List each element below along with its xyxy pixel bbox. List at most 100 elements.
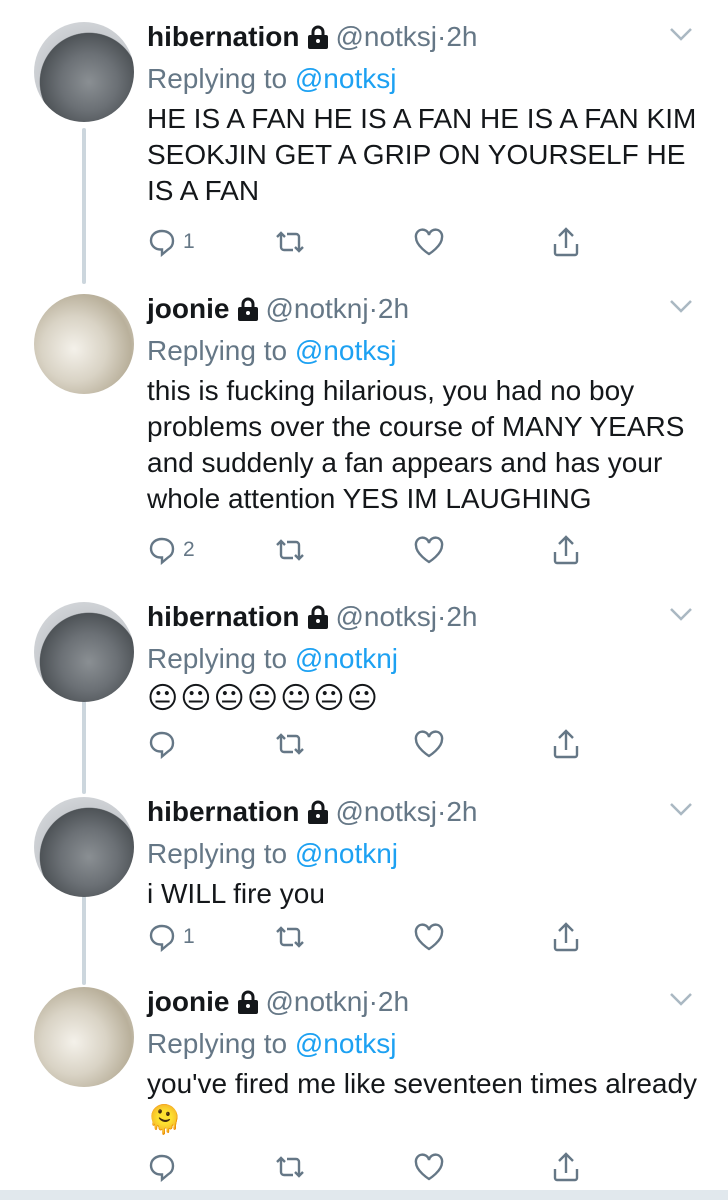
reply-icon [147, 1152, 177, 1182]
reply-icon [147, 535, 177, 565]
retweet-icon [273, 229, 307, 255]
bottom-edge [0, 1190, 728, 1200]
reply-count: 1 [183, 925, 195, 948]
retweet-button[interactable] [273, 917, 307, 957]
retweet-icon [273, 537, 307, 563]
lock-icon [307, 601, 329, 639]
display-name[interactable]: hibernation [147, 796, 299, 827]
display-name[interactable]: hibernation [147, 21, 299, 52]
replying-label: Replying to [147, 643, 288, 674]
display-name[interactable]: joonie [147, 293, 229, 324]
reply-mention-link[interactable]: @notknj [295, 838, 398, 869]
display-name[interactable]: joonie [147, 986, 229, 1017]
lock-icon [307, 796, 329, 834]
replying-to: Replying to @notksj [147, 1026, 698, 1062]
reply-button[interactable]: 1 [147, 222, 195, 262]
share-icon [551, 921, 581, 953]
retweet-button[interactable] [273, 530, 307, 570]
reply-mention-link[interactable]: @notksj [295, 335, 397, 366]
avatar[interactable] [34, 987, 134, 1087]
separator: · [437, 796, 447, 827]
avatar[interactable] [34, 797, 134, 897]
avatar[interactable] [34, 294, 134, 394]
like-button[interactable] [413, 724, 445, 764]
timestamp[interactable]: 2h [446, 601, 477, 632]
replying-to: Replying to @notknj [147, 836, 698, 872]
heart-icon [413, 923, 445, 951]
display-name[interactable]: hibernation [147, 601, 299, 632]
retweet-icon [273, 924, 307, 950]
tweet[interactable]: hibernation @notksj·2h Replying to @notkn… [0, 580, 728, 780]
separator: · [437, 601, 447, 632]
handle[interactable]: @notksj [335, 601, 437, 632]
share-button[interactable] [551, 222, 581, 262]
reply-button[interactable]: 2 [147, 530, 195, 570]
timestamp[interactable]: 2h [378, 293, 409, 324]
heart-icon [413, 730, 445, 758]
tweet[interactable]: joonie @notknj·2h Replying to @notksj you… [0, 965, 728, 1200]
tweet-text: HE IS A FAN HE IS A FAN HE IS A FAN KIM … [147, 103, 697, 206]
replying-to: Replying to @notknj [147, 641, 698, 677]
tweet[interactable]: hibernation @notksj·2h Replying to @notkn… [0, 775, 728, 975]
handle[interactable]: @notksj [335, 21, 437, 52]
reply-mention-link[interactable]: @notknj [295, 643, 398, 674]
share-button[interactable] [551, 917, 581, 957]
lock-icon [237, 986, 259, 1024]
like-button[interactable] [413, 917, 445, 957]
timestamp[interactable]: 2h [378, 986, 409, 1017]
reply-mention-link[interactable]: @notksj [295, 1028, 397, 1059]
like-button[interactable] [413, 530, 445, 570]
chevron-down-icon[interactable] [668, 26, 694, 47]
chevron-down-icon[interactable] [668, 801, 694, 822]
timestamp[interactable]: 2h [446, 796, 477, 827]
heart-icon [413, 228, 445, 256]
heart-icon [413, 536, 445, 564]
reply-button[interactable] [147, 724, 183, 764]
share-button[interactable] [551, 530, 581, 570]
handle[interactable]: @notknj [265, 293, 368, 324]
timestamp[interactable]: 2h [446, 21, 477, 52]
separator: · [368, 986, 378, 1017]
share-button[interactable] [551, 1147, 581, 1187]
reply-count: 1 [183, 230, 195, 253]
like-button[interactable] [413, 222, 445, 262]
retweet-button[interactable] [273, 724, 307, 764]
retweet-icon [273, 1154, 307, 1180]
chevron-down-icon[interactable] [668, 298, 694, 319]
like-button[interactable] [413, 1147, 445, 1187]
heart-icon [413, 1153, 445, 1181]
retweet-button[interactable] [273, 1147, 307, 1187]
tweet[interactable]: hibernation @notksj·2h Replying to @notks… [0, 0, 728, 288]
melting-face-emoji: 🫠 [147, 1104, 182, 1135]
chevron-down-icon[interactable] [668, 991, 694, 1012]
handle[interactable]: @notksj [335, 796, 437, 827]
handle[interactable]: @notknj [265, 986, 368, 1017]
chevron-down-icon[interactable] [668, 606, 694, 627]
tweet-text: you've fired me like seventeen times alr… [147, 1068, 698, 1099]
avatar[interactable] [34, 602, 134, 702]
reply-count: 2 [183, 538, 195, 561]
reply-icon [147, 227, 177, 257]
reply-button[interactable]: 1 [147, 917, 195, 957]
tweet-text: this is fucking hilarious, you had no bo… [147, 375, 685, 514]
replying-label: Replying to [147, 1028, 288, 1059]
retweet-icon [273, 731, 307, 757]
replying-label: Replying to [147, 838, 288, 869]
lock-icon [307, 21, 329, 59]
share-button[interactable] [551, 724, 581, 764]
tweet[interactable]: joonie @notknj·2h Replying to @notksj thi… [0, 272, 728, 596]
replying-to: Replying to @notksj [147, 333, 698, 369]
separator: · [368, 293, 378, 324]
retweet-button[interactable] [273, 222, 307, 262]
reply-mention-link[interactable]: @notksj [295, 63, 397, 94]
replying-label: Replying to [147, 335, 288, 366]
share-icon [551, 226, 581, 258]
reply-icon [147, 729, 177, 759]
reply-button[interactable] [147, 1147, 183, 1187]
tweet-text: i WILL fire you [147, 878, 325, 909]
separator: · [437, 21, 447, 52]
replying-to: Replying to @notksj [147, 61, 698, 97]
tweet-emoji-text: 😐😐😐😐😐😐😐 [147, 682, 380, 715]
avatar[interactable] [34, 22, 134, 122]
reply-icon [147, 922, 177, 952]
